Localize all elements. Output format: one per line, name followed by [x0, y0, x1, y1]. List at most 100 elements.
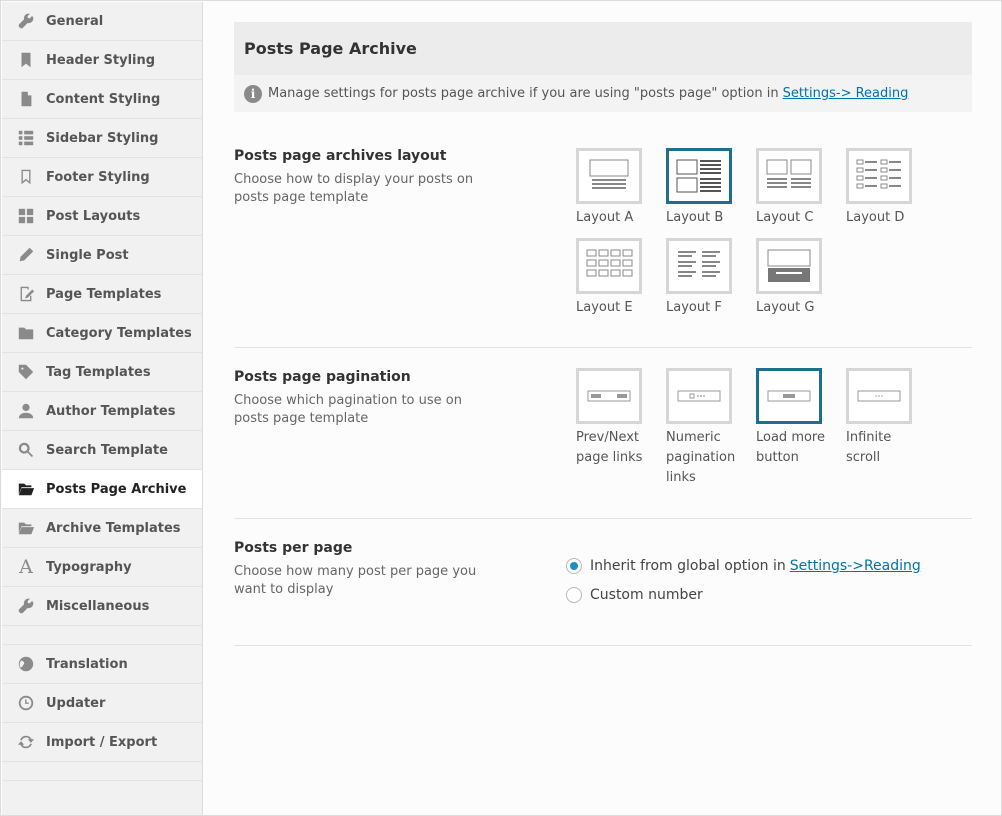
sidebar-item-label: Footer Styling [46, 169, 150, 185]
layout-f-label: Layout F [666, 300, 722, 315]
layout-section: Posts page archives layout Choose how to… [234, 112, 972, 348]
wrench-icon [16, 596, 36, 616]
tag-icon [16, 362, 36, 382]
sidebar-item-post-layouts[interactable]: Post Layouts [2, 197, 202, 236]
sidebar-item-label: Tag Templates [46, 364, 151, 380]
layout-option-a[interactable]: Layout A [576, 148, 656, 228]
pagination-section-title: Posts page pagination [234, 369, 411, 385]
pagination-section-description: Choose which pagination to use on posts … [234, 393, 462, 426]
sidebar: General Header Styling Content Styling S… [2, 2, 203, 815]
layout-option-d[interactable]: Layout D [846, 148, 926, 228]
sidebar-item-label: Import / Export [46, 734, 158, 750]
layout-option-c[interactable]: Layout C [756, 148, 836, 228]
sidebar-item-label: Posts Page Archive [46, 481, 187, 497]
infinite-scroll-thumbnail [846, 368, 912, 424]
pencil-icon [16, 245, 36, 265]
sidebar-item-archive-templates[interactable]: Archive Templates [2, 509, 202, 548]
folder-open-icon [16, 479, 36, 499]
sidebar-item-label: Category Templates [46, 325, 192, 341]
sidebar-item-general[interactable]: General [2, 2, 202, 41]
refresh-icon [16, 732, 36, 752]
layout-e-thumbnail [576, 238, 642, 294]
layout-d-thumbnail [846, 148, 912, 204]
layout-option-e[interactable]: Layout E [576, 238, 656, 318]
sidebar-item-sidebar-styling[interactable]: Sidebar Styling [2, 119, 202, 158]
sidebar-item-header-styling[interactable]: Header Styling [2, 41, 202, 80]
prev-next-thumbnail [576, 368, 642, 424]
posts-per-page-section: Posts per page Choose how many post per … [234, 519, 972, 646]
sidebar-item-label: General [46, 13, 104, 29]
sidebar-divider [2, 626, 202, 645]
sidebar-item-label: Sidebar Styling [46, 130, 159, 146]
sidebar-item-single-post[interactable]: Single Post [2, 236, 202, 275]
numeric-label: Numeric pagination links [666, 430, 736, 485]
sidebar-item-label: Archive Templates [46, 520, 181, 536]
layout-f-thumbnail [666, 238, 732, 294]
document-icon [16, 89, 36, 109]
layout-c-thumbnail [756, 148, 822, 204]
sidebar-item-category-templates[interactable]: Category Templates [2, 314, 202, 353]
radio-inherit-button[interactable] [566, 558, 582, 574]
sidebar-item-tag-templates[interactable]: Tag Templates [2, 353, 202, 392]
folder-icon [16, 323, 36, 343]
pagination-option-load-more[interactable]: Load more button [756, 368, 836, 468]
prev-next-label: Prev/Next page links [576, 430, 643, 465]
layout-option-g[interactable]: Layout G [756, 238, 836, 318]
pagination-option-prev-next[interactable]: Prev/Next page links [576, 368, 656, 468]
settings-reading-link-2[interactable]: Settings->Reading [790, 558, 921, 574]
infinite-scroll-label: Infinite scroll [846, 430, 892, 465]
sidebar-item-label: Search Template [46, 442, 168, 458]
grid-icon [16, 206, 36, 226]
wrench-icon [16, 11, 36, 31]
radio-inherit-global[interactable]: Inherit from global option in Settings->… [566, 558, 921, 574]
sidebar-item-content-styling[interactable]: Content Styling [2, 80, 202, 119]
pagination-option-numeric[interactable]: Numeric pagination links [666, 368, 746, 488]
posts-per-page-description: Choose how many post per page you want t… [234, 564, 477, 597]
sidebar-item-updater[interactable]: Updater [2, 684, 202, 723]
layout-g-thumbnail [756, 238, 822, 294]
sidebar-item-label: Translation [46, 656, 128, 672]
sidebar-item-label: Author Templates [46, 403, 176, 419]
posts-per-page-title: Posts per page [234, 540, 353, 556]
sidebar-item-translation[interactable]: Translation [2, 645, 202, 684]
sidebar-item-footer-styling[interactable]: Footer Styling [2, 158, 202, 197]
layout-section-label: Posts page archives layout Choose how to… [234, 148, 494, 207]
load-more-thumbnail [756, 368, 822, 424]
layout-section-title: Posts page archives layout [234, 148, 447, 164]
layout-option-b[interactable]: Layout B [666, 148, 746, 228]
numeric-thumbnail [666, 368, 732, 424]
edit-page-icon [16, 284, 36, 304]
sidebar-item-typography[interactable]: A Typography [2, 548, 202, 587]
sidebar-item-miscellaneous[interactable]: Miscellaneous [2, 587, 202, 626]
sidebar-item-author-templates[interactable]: Author Templates [2, 392, 202, 431]
page-title: Posts Page Archive [234, 22, 972, 75]
sidebar-nav: General Header Styling Content Styling S… [2, 2, 202, 781]
sidebar-item-label: Post Layouts [46, 208, 141, 224]
sidebar-item-label: Content Styling [46, 91, 161, 107]
radio-checked-dot [570, 562, 578, 570]
sidebar-item-import-export[interactable]: Import / Export [2, 723, 202, 762]
layout-c-label: Layout C [756, 210, 814, 225]
settings-reading-link[interactable]: Settings-> Reading [783, 86, 909, 101]
sidebar-item-label: Page Templates [46, 286, 162, 302]
layout-b-thumbnail [666, 148, 732, 204]
sidebar-item-page-templates[interactable]: Page Templates [2, 275, 202, 314]
radio-custom-label: Custom number [590, 587, 703, 603]
layout-option-f[interactable]: Layout F [666, 238, 746, 318]
radio-custom-number[interactable]: Custom number [566, 587, 703, 603]
pagination-section-label: Posts page pagination Choose which pagin… [234, 369, 494, 428]
radio-custom-button[interactable] [566, 587, 582, 603]
pagination-option-infinite-scroll[interactable]: Infinite scroll [846, 368, 926, 468]
sidebar-item-search-template[interactable]: Search Template [2, 431, 202, 470]
layout-b-label: Layout B [666, 210, 724, 225]
sidebar-divider [2, 762, 202, 781]
sidebar-item-posts-page-archive[interactable]: Posts Page Archive [2, 470, 202, 509]
posts-per-page-label: Posts per page Choose how many post per … [234, 540, 494, 599]
globe-icon [16, 654, 36, 674]
load-more-label: Load more button [756, 430, 825, 465]
settings-window: General Header Styling Content Styling S… [0, 0, 1002, 816]
layout-a-label: Layout A [576, 210, 634, 225]
bookmark-outline-icon [16, 167, 36, 187]
sidebar-item-label: Single Post [46, 247, 129, 263]
notice-text: Manage settings for posts page archive i… [268, 86, 779, 101]
